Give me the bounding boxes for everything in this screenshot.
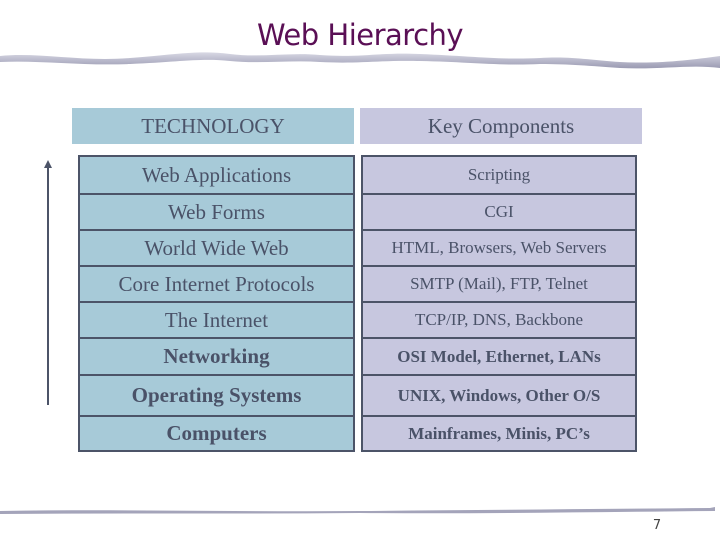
page-number: 7 — [652, 518, 662, 533]
key-components-column: Scripting CGI HTML, Browsers, Web Server… — [361, 155, 637, 452]
technology-cell: Web Applications — [141, 162, 292, 187]
technology-cell: The Internet — [80, 301, 353, 337]
key-components-cell: Scripting — [467, 165, 531, 184]
key-components-cell: SMTP (Mail), FTP, Telnet — [363, 265, 635, 301]
key-components-cell: CGI — [363, 193, 635, 229]
technology-cell: World Wide Web — [80, 229, 353, 265]
key-components-cell: OSI Model, Ethernet, LANs — [363, 337, 635, 374]
header-technology: TECHNOLOGY — [72, 108, 354, 144]
key-components-cell: HTML, Browsers, Web Servers — [363, 229, 635, 265]
decorative-wave-top — [0, 52, 720, 69]
decorative-wave-bottom — [0, 507, 715, 514]
header-key-components: Key Components — [360, 108, 642, 144]
technology-column: Web Applications Web Forms World Wide We… — [78, 155, 355, 452]
technology-cell: Core Internet Protocols — [80, 265, 353, 301]
technology-cell: Computers — [80, 415, 353, 450]
key-components-cell: TCP/IP, DNS, Backbone — [363, 301, 635, 337]
technology-cell: Web Forms — [80, 193, 353, 229]
slide: Web Hierarchy TECHNOLOGY Key Components … — [0, 0, 720, 540]
key-components-cell: UNIX, Windows, Other O/S — [363, 374, 635, 415]
up-arrow-icon — [44, 160, 52, 405]
key-components-cell: Mainframes, Minis, PC’s — [363, 415, 635, 450]
technology-cell: Networking — [80, 337, 353, 374]
technology-cell: Operating Systems — [80, 374, 353, 415]
